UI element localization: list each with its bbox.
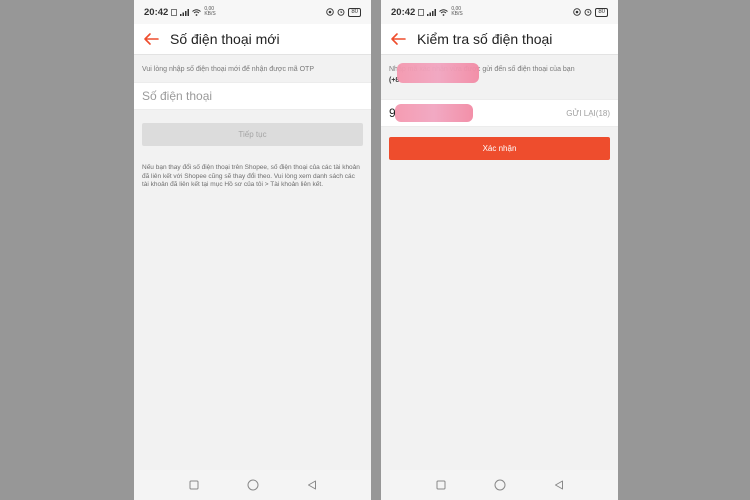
otp-instruction: Vui lòng nhập số điện thoại mới để nhận … xyxy=(142,66,314,73)
wifi-icon xyxy=(192,8,202,16)
battery-icon: 80 xyxy=(595,7,608,17)
phone-number-input[interactable]: Số điện thoại xyxy=(134,82,371,110)
network-speed: 0,00 KB/S xyxy=(204,7,215,17)
alarm-icon xyxy=(584,8,592,16)
signal-icon xyxy=(180,8,190,16)
status-time: 20:42 xyxy=(391,6,416,18)
phone-screen-new-number: 20:42 0,00 KB/S 80 Số điện thoại mới Vui … xyxy=(134,0,371,500)
page-title: Kiểm tra số điện thoại xyxy=(417,31,553,47)
linked-accounts-note: Nếu bạn thay đổi số điện thoại trên Shop… xyxy=(142,164,360,188)
resend-button[interactable]: GỬI LẠI(18) xyxy=(566,109,610,118)
app-bar: Số điện thoại mới xyxy=(134,24,371,55)
status-time: 20:42 xyxy=(144,6,169,18)
continue-button[interactable]: Tiếp tục xyxy=(142,123,363,146)
triangle-back-icon[interactable] xyxy=(553,479,565,491)
confirm-button[interactable]: Xác nhận xyxy=(389,137,610,160)
battery-icon: 80 xyxy=(348,7,361,17)
eye-comfort-icon xyxy=(573,8,582,16)
masked-phone-number: (+8 xyxy=(389,63,610,87)
circle-icon[interactable] xyxy=(247,479,259,491)
sim-icon xyxy=(171,8,178,16)
sim-icon xyxy=(418,8,425,16)
wifi-icon xyxy=(439,8,449,16)
system-nav-bar xyxy=(381,470,618,500)
network-speed-unit: KB/S xyxy=(451,11,463,17)
status-bar: 20:42 0,00 KB/S 80 xyxy=(381,0,618,24)
network-speed-unit: KB/S xyxy=(204,11,216,17)
app-bar: Kiểm tra số điện thoại xyxy=(381,24,618,55)
square-icon[interactable] xyxy=(435,479,447,491)
redaction-mark xyxy=(397,63,479,83)
arrow-left-icon[interactable] xyxy=(142,30,160,48)
phone-number-placeholder: Số điện thoại xyxy=(142,89,213,103)
triangle-back-icon[interactable] xyxy=(306,479,318,491)
alarm-icon xyxy=(337,8,345,16)
redaction-mark xyxy=(395,104,473,122)
phone-screen-verify-number: 20:42 0,00 KB/S 80 Kiểm tra số điện thoại… xyxy=(381,0,618,500)
network-speed: 0,00 KB/S xyxy=(451,7,462,17)
signal-icon xyxy=(427,8,437,16)
arrow-left-icon[interactable] xyxy=(389,30,407,48)
page-title: Số điện thoại mới xyxy=(170,31,280,47)
system-nav-bar xyxy=(134,470,371,500)
otp-input[interactable]: 9 GỬI LẠI(18) xyxy=(381,99,618,127)
status-bar: 20:42 0,00 KB/S 80 xyxy=(134,0,371,24)
square-icon[interactable] xyxy=(188,479,200,491)
circle-icon[interactable] xyxy=(494,479,506,491)
eye-comfort-icon xyxy=(326,8,335,16)
